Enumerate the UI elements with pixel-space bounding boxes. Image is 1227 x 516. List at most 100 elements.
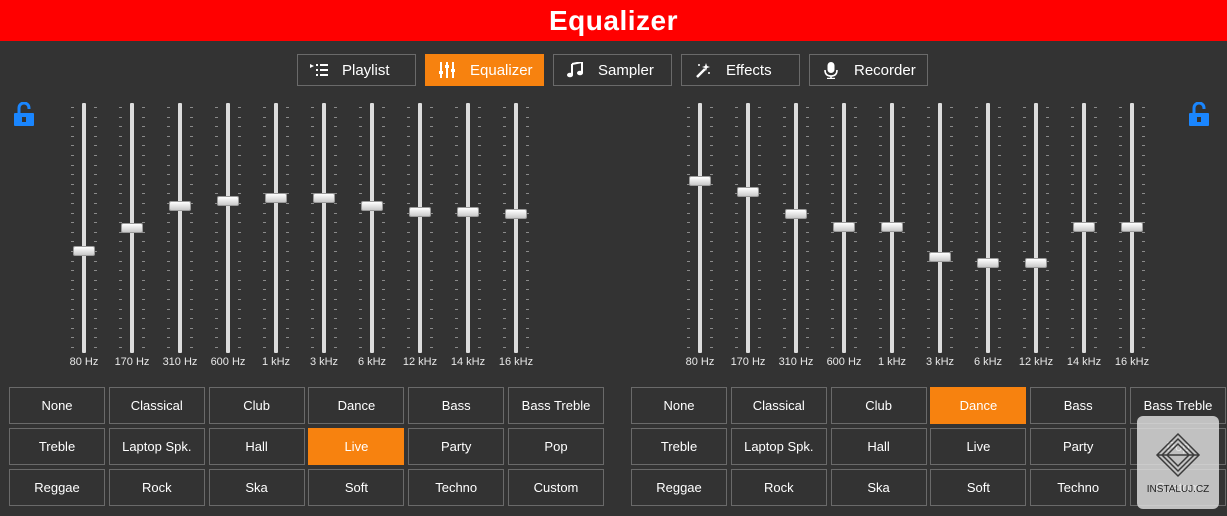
- preset-treble-button[interactable]: Treble: [9, 428, 105, 465]
- preset-treble-button[interactable]: Treble: [631, 428, 727, 465]
- eq-slider-left-6[interactable]: [348, 103, 396, 353]
- preset-laptop-spk-button[interactable]: Laptop Spk.: [730, 428, 827, 465]
- preset-pop-button[interactable]: Pop: [508, 428, 604, 465]
- right-lock-icon[interactable]: [1188, 101, 1210, 126]
- preset-classical-button[interactable]: Classical: [108, 387, 205, 424]
- preset-classical-button[interactable]: Classical: [730, 387, 827, 424]
- slider-thumb[interactable]: [833, 221, 855, 232]
- slider-track[interactable]: [178, 103, 182, 353]
- slider-track[interactable]: [370, 103, 374, 353]
- slider-thumb[interactable]: [977, 258, 999, 268]
- slider-thumb[interactable]: [409, 206, 431, 217]
- preset-custom-button[interactable]: Custom: [508, 469, 604, 506]
- eq-slider-left-3[interactable]: [204, 103, 252, 353]
- tab-label: Playlist: [342, 61, 390, 79]
- slider-thumb[interactable]: [1121, 221, 1143, 232]
- eq-slider-right-2[interactable]: [772, 103, 820, 353]
- eq-slider-left-9[interactable]: [492, 103, 540, 353]
- eq-slider-right-5[interactable]: [916, 103, 964, 353]
- slider-thumb[interactable]: [73, 245, 95, 256]
- preset-techno-button[interactable]: Techno: [1030, 469, 1127, 506]
- eq-slider-right-1[interactable]: [724, 103, 772, 353]
- slider-tick-marks: [215, 103, 218, 353]
- preset-live-button[interactable]: Live: [308, 428, 405, 465]
- eq-slider-left-7[interactable]: [396, 103, 444, 353]
- slider-thumb[interactable]: [265, 193, 287, 203]
- preset-techno-button[interactable]: Techno: [408, 469, 505, 506]
- slider-thumb[interactable]: [313, 193, 335, 203]
- preset-reggae-button[interactable]: Reggae: [9, 469, 105, 506]
- preset-ska-button[interactable]: Ska: [208, 469, 305, 506]
- slider-track[interactable]: [226, 103, 230, 353]
- slider-track[interactable]: [698, 103, 702, 353]
- eq-slider-right-8[interactable]: [1060, 103, 1108, 353]
- slider-track[interactable]: [418, 103, 422, 353]
- preset-soft-button[interactable]: Soft: [308, 469, 405, 506]
- slider-track[interactable]: [82, 103, 86, 353]
- preset-dance-button[interactable]: Dance: [930, 387, 1027, 424]
- eq-slider-left-2[interactable]: [156, 103, 204, 353]
- slider-thumb[interactable]: [881, 221, 903, 232]
- preset-none-button[interactable]: None: [9, 387, 105, 424]
- slider-thumb[interactable]: [217, 195, 239, 206]
- slider-track[interactable]: [514, 103, 518, 353]
- eq-slider-right-3[interactable]: [820, 103, 868, 353]
- eq-slider-right-6[interactable]: [964, 103, 1012, 353]
- preset-live-button[interactable]: Live: [930, 428, 1027, 465]
- slider-thumb[interactable]: [1073, 221, 1095, 232]
- tab-sampler[interactable]: Sampler: [553, 54, 672, 86]
- slider-thumb[interactable]: [457, 206, 479, 217]
- eq-slider-right-7[interactable]: [1012, 103, 1060, 353]
- slider-track[interactable]: [746, 103, 750, 353]
- preset-ska-button[interactable]: Ska: [830, 469, 927, 506]
- slider-track[interactable]: [1034, 103, 1038, 353]
- slider-thumb[interactable]: [121, 223, 143, 233]
- eq-slider-left-8[interactable]: [444, 103, 492, 353]
- slider-thumb[interactable]: [169, 200, 191, 211]
- slider-track[interactable]: [466, 103, 470, 353]
- slider-track[interactable]: [794, 103, 798, 353]
- preset-hall-button[interactable]: Hall: [208, 428, 305, 465]
- slider-track[interactable]: [986, 103, 990, 353]
- slider-thumb[interactable]: [737, 186, 759, 197]
- preset-dance-button[interactable]: Dance: [308, 387, 405, 424]
- preset-bass-treble-button[interactable]: Bass Treble: [508, 387, 604, 424]
- preset-reggae-button[interactable]: Reggae: [631, 469, 727, 506]
- preset-party-button[interactable]: Party: [408, 428, 505, 465]
- slider-thumb[interactable]: [1025, 258, 1047, 268]
- slider-thumb[interactable]: [689, 175, 711, 186]
- preset-none-button[interactable]: None: [631, 387, 727, 424]
- slider-thumb[interactable]: [361, 200, 383, 211]
- slider-thumb[interactable]: [785, 209, 807, 220]
- preset-soft-button[interactable]: Soft: [930, 469, 1027, 506]
- eq-slider-left-0[interactable]: [60, 103, 108, 353]
- tab-playlist[interactable]: Playlist: [297, 54, 416, 86]
- preset-bass-button[interactable]: Bass: [408, 387, 505, 424]
- preset-rock-button[interactable]: Rock: [108, 469, 205, 506]
- slider-tick-marks: [94, 103, 97, 353]
- eq-slider-left-4[interactable]: [252, 103, 300, 353]
- preset-club-button[interactable]: Club: [830, 387, 927, 424]
- preset-club-button[interactable]: Club: [208, 387, 305, 424]
- preset-bass-button[interactable]: Bass: [1030, 387, 1127, 424]
- preset-rock-button[interactable]: Rock: [730, 469, 827, 506]
- slider-track[interactable]: [938, 103, 942, 353]
- slider-tick-marks: [359, 103, 362, 353]
- preset-party-button[interactable]: Party: [1030, 428, 1127, 465]
- tab-effects[interactable]: Effects: [681, 54, 800, 86]
- slider-track[interactable]: [274, 103, 278, 353]
- left-lock-icon[interactable]: [13, 101, 35, 126]
- eq-slider-right-0[interactable]: [676, 103, 724, 353]
- slider-thumb[interactable]: [929, 251, 951, 262]
- tab-label: Sampler: [598, 61, 654, 79]
- eq-slider-right-4[interactable]: [868, 103, 916, 353]
- eq-slider-right-9[interactable]: [1108, 103, 1156, 353]
- slider-thumb[interactable]: [505, 209, 527, 220]
- tab-recorder[interactable]: Recorder: [809, 54, 928, 86]
- tab-equalizer[interactable]: Equalizer: [425, 54, 544, 86]
- eq-slider-left-1[interactable]: [108, 103, 156, 353]
- preset-laptop-spk-button[interactable]: Laptop Spk.: [108, 428, 205, 465]
- slider-track[interactable]: [322, 103, 326, 353]
- eq-slider-left-5[interactable]: [300, 103, 348, 353]
- preset-hall-button[interactable]: Hall: [830, 428, 927, 465]
